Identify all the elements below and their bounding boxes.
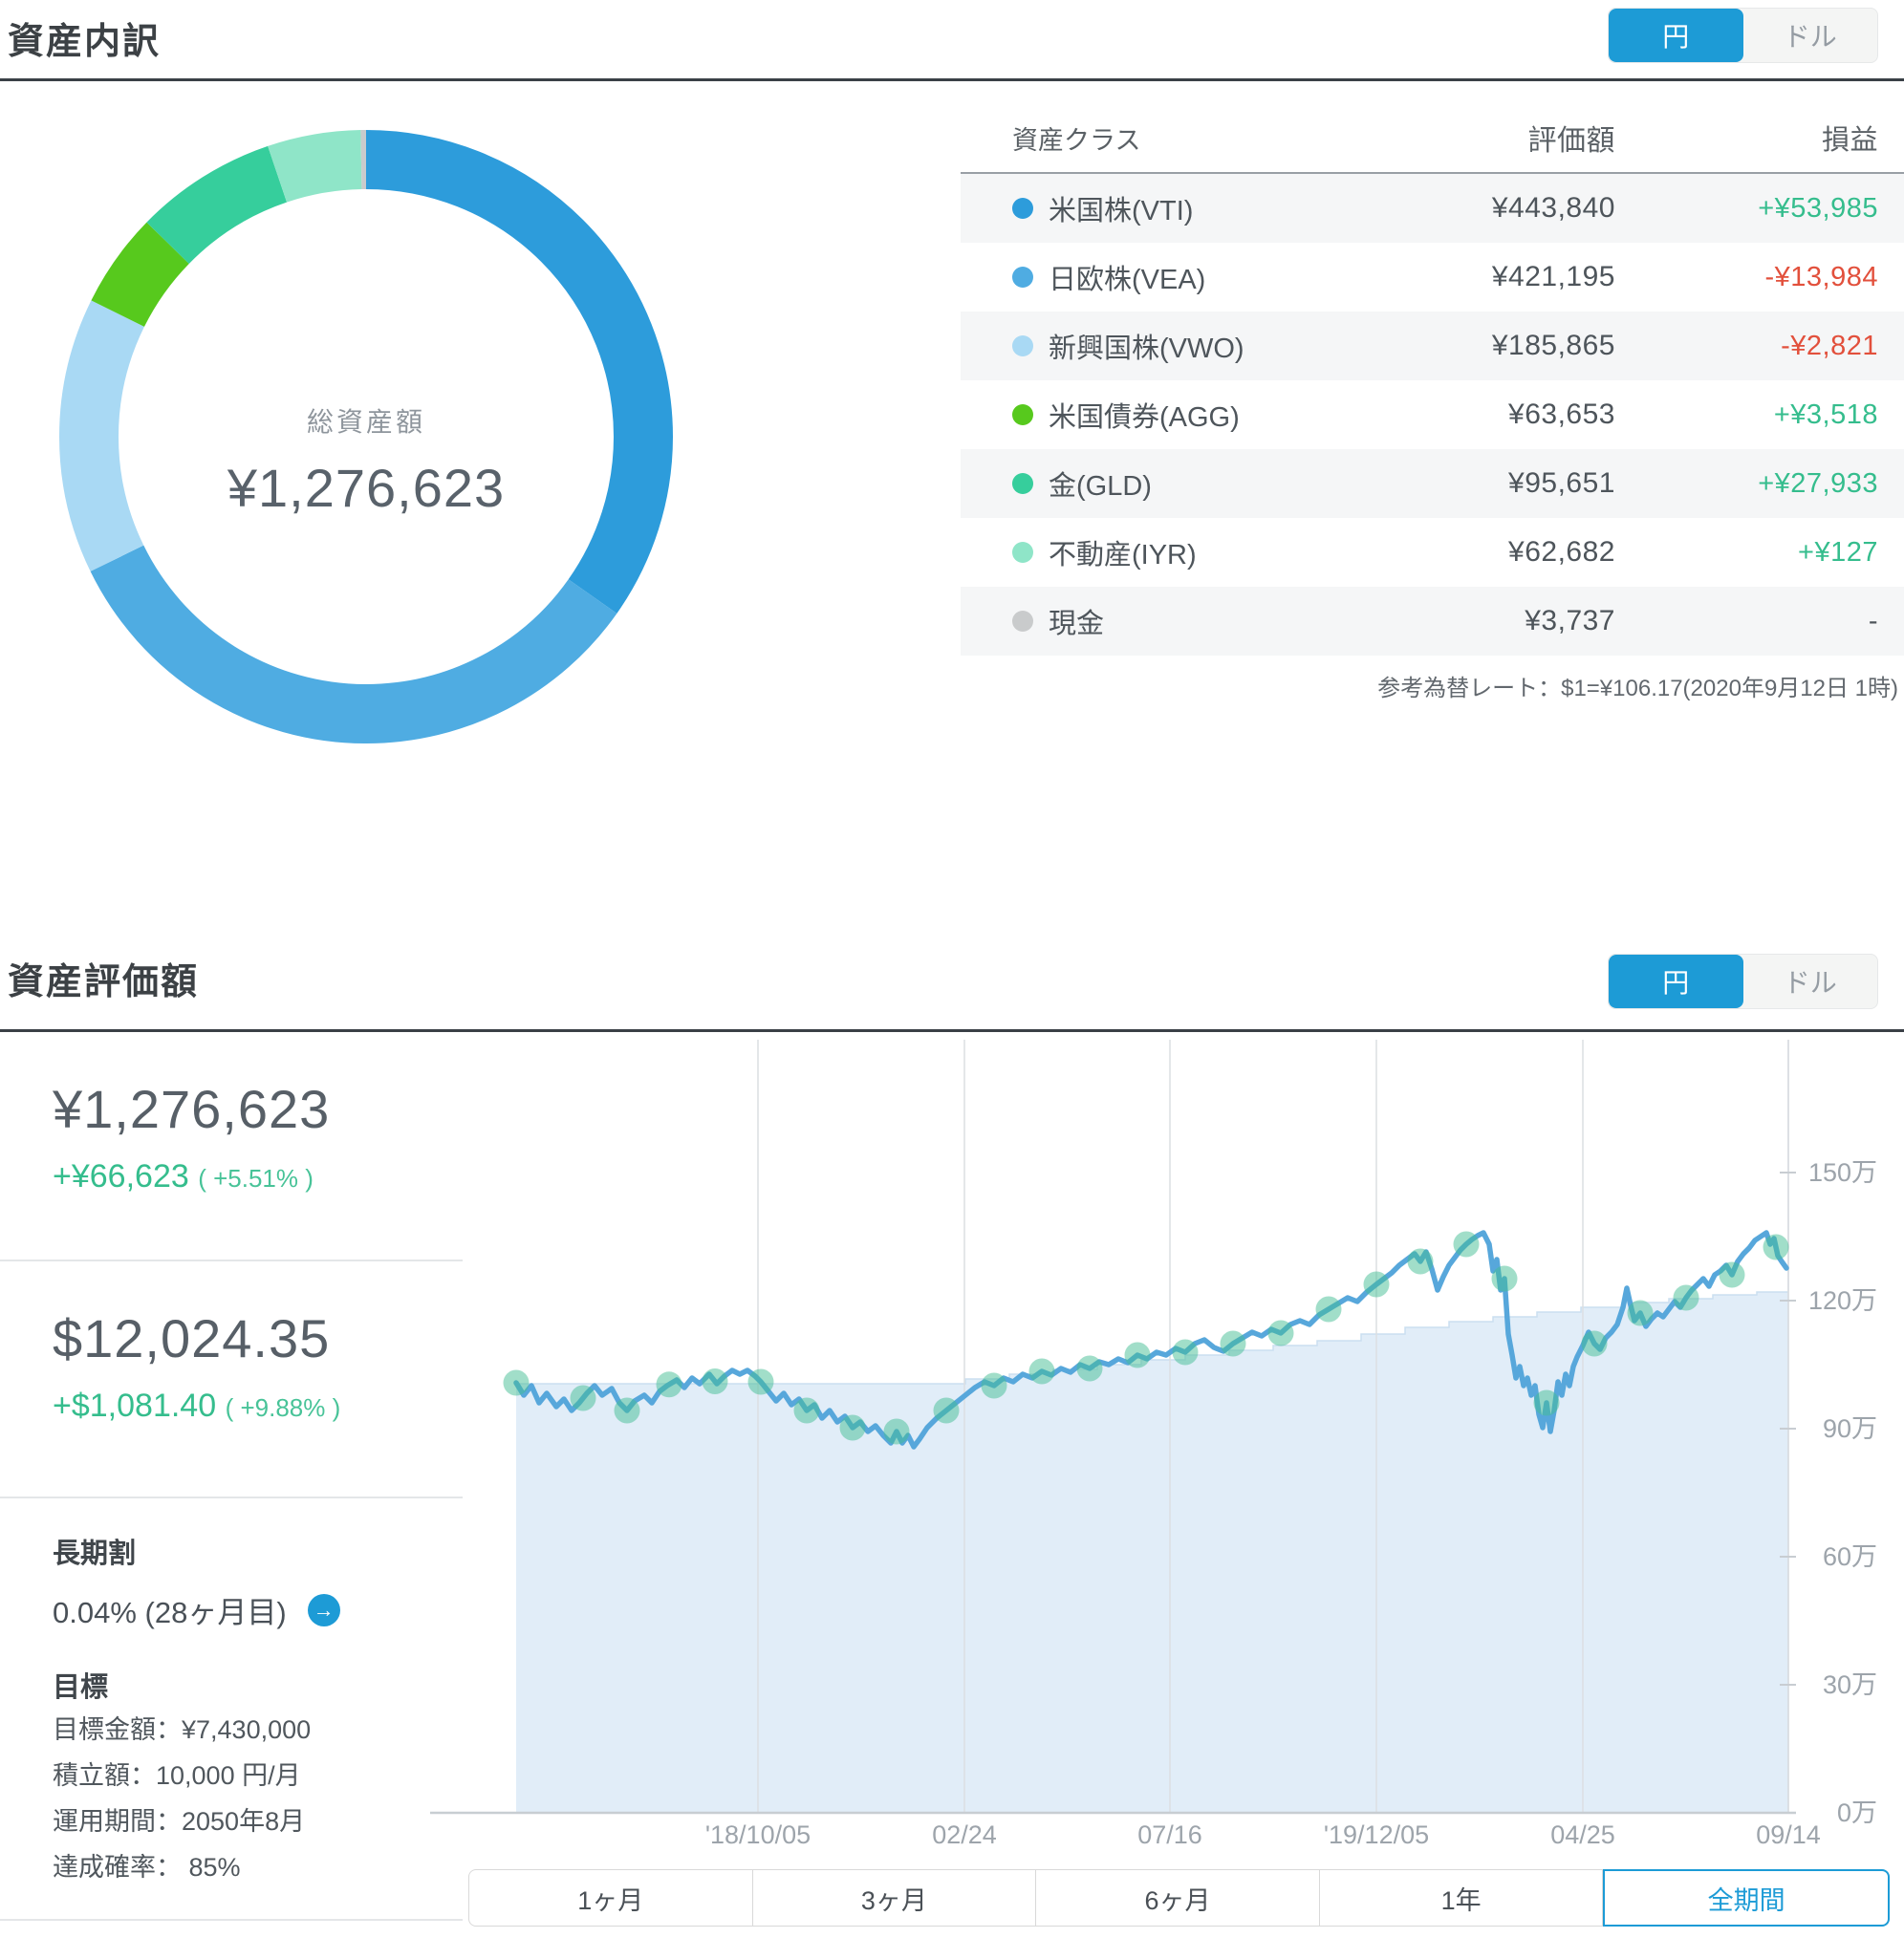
usd-gain-amount: +$1,081.40 bbox=[53, 1388, 217, 1424]
svg-text:150万: 150万 bbox=[1808, 1158, 1877, 1187]
table-row-cash: 現金 ¥3,737 - bbox=[961, 587, 1904, 656]
asset-dot-gld bbox=[1012, 473, 1033, 494]
asset-dot-agg bbox=[1012, 404, 1033, 425]
svg-text:02/24: 02/24 bbox=[932, 1820, 997, 1849]
asset-label: 日欧株(VEA) bbox=[1049, 265, 1206, 295]
svg-text:30万: 30万 bbox=[1823, 1670, 1877, 1699]
goal-amount-row: 目標金額：¥7,430,000 bbox=[53, 1715, 312, 1744]
usd-total-value: $12,024.35 bbox=[53, 1308, 331, 1368]
asset-pl: +¥27,933 bbox=[1758, 467, 1878, 499]
table-row-vea: 日欧株(VEA) ¥421,195 -¥13,984 bbox=[961, 243, 1904, 312]
asset-dot-iyr bbox=[1012, 542, 1033, 563]
asset-value: ¥63,653 bbox=[1508, 398, 1615, 430]
asset-label: 新興国株(VWO) bbox=[1049, 334, 1244, 364]
svg-text:60万: 60万 bbox=[1823, 1542, 1877, 1571]
asset-value: ¥185,865 bbox=[1491, 330, 1615, 361]
goal-monthly-row: 積立額：10,000 円/月 bbox=[53, 1761, 301, 1790]
dollar-button[interactable]: ドル bbox=[1743, 955, 1878, 1008]
asset-dot-cash bbox=[1012, 611, 1033, 632]
section-divider bbox=[0, 78, 1904, 81]
yen-gain-amount: +¥66,623 bbox=[53, 1158, 189, 1195]
yen-button[interactable]: 円 bbox=[1609, 9, 1743, 62]
svg-text:07/16: 07/16 bbox=[1137, 1820, 1202, 1849]
performance-line-chart[interactable]: 0万 30万 60万 90万 120万 150万 '18/10/05 02/24 07/16 '1… bbox=[421, 1037, 1904, 1863]
exchange-rate-note: 参考為替レート：$1=¥106.17(2020年9月12日 1時) bbox=[1377, 676, 1898, 701]
svg-text:120万: 120万 bbox=[1808, 1286, 1877, 1315]
asset-pl: +¥53,985 bbox=[1758, 192, 1878, 224]
svg-text:'18/10/05: '18/10/05 bbox=[705, 1820, 811, 1849]
yen-button[interactable]: 円 bbox=[1609, 955, 1743, 1008]
asset-pl: -¥2,821 bbox=[1781, 330, 1878, 361]
asset-table-header: 資産クラス 評価額 損益 bbox=[961, 103, 1904, 174]
yen-gain-percent: ( +5.51% ) bbox=[198, 1164, 314, 1193]
longterm-detail-button[interactable]: → bbox=[307, 1593, 340, 1626]
range-button-3months[interactable]: 3ヶ月 bbox=[752, 1869, 1037, 1927]
table-row-agg: 米国債券(AGG) ¥63,653 +¥3,518 bbox=[961, 380, 1904, 449]
breakdown-section-title: 資産内訳 bbox=[8, 22, 162, 62]
donut-center: 総資産額 ¥1,276,623 bbox=[118, 401, 615, 519]
goal-heading: 目標 bbox=[53, 1672, 109, 1703]
svg-text:90万: 90万 bbox=[1823, 1414, 1877, 1443]
asset-value: ¥443,840 bbox=[1491, 192, 1615, 224]
asset-pl: -¥13,984 bbox=[1764, 261, 1878, 292]
goal-period-row: 運用期間：2050年8月 bbox=[53, 1807, 306, 1836]
svg-text:09/14: 09/14 bbox=[1756, 1820, 1821, 1849]
arrow-right-icon: → bbox=[313, 1597, 335, 1622]
asset-value: ¥62,682 bbox=[1508, 536, 1615, 568]
asset-dot-vea bbox=[1012, 267, 1033, 288]
asset-label: 金(GLD) bbox=[1049, 471, 1152, 502]
header-asset-class: 資産クラス bbox=[1012, 125, 1141, 155]
yen-gain: +¥66,623 ( +5.51% ) bbox=[53, 1158, 314, 1195]
section-divider bbox=[0, 1029, 1904, 1032]
range-button-6months[interactable]: 6ヶ月 bbox=[1036, 1869, 1320, 1927]
total-assets-value: ¥1,276,623 bbox=[227, 458, 506, 518]
asset-dot-vti bbox=[1012, 198, 1033, 219]
panel-divider bbox=[0, 1260, 463, 1261]
yen-total-value: ¥1,276,623 bbox=[53, 1079, 331, 1139]
svg-text:'19/12/05: '19/12/05 bbox=[1324, 1820, 1429, 1849]
asset-dot-vwo bbox=[1012, 335, 1033, 356]
total-assets-label: 総資産額 bbox=[306, 407, 425, 437]
range-button-all[interactable]: 全期間 bbox=[1603, 1869, 1890, 1927]
asset-label: 米国債券(AGG) bbox=[1049, 402, 1240, 433]
table-row-gld: 金(GLD) ¥95,651 +¥27,933 bbox=[961, 449, 1904, 518]
asset-value: ¥3,737 bbox=[1525, 605, 1615, 636]
asset-value: ¥421,195 bbox=[1491, 261, 1615, 292]
table-row-iyr: 不動産(IYR) ¥62,682 +¥127 bbox=[961, 518, 1904, 587]
wealth-dashboard: 資産内訳 円 ドル 総資産額 ¥1,276,623 資産クラス 評価額 損益 米… bbox=[0, 0, 1904, 1938]
asset-label: 米国株(VTI) bbox=[1049, 196, 1194, 226]
table-row-vti: 米国株(VTI) ¥443,840 +¥53,985 bbox=[961, 174, 1904, 243]
range-button-1year[interactable]: 1年 bbox=[1319, 1869, 1604, 1927]
currency-toggle-breakdown: 円 ドル bbox=[1608, 8, 1878, 63]
header-valuation: 評価額 bbox=[1527, 125, 1615, 157]
range-selector: 1ヶ月 3ヶ月 6ヶ月 1年 全期間 bbox=[468, 1869, 1890, 1927]
svg-text:0万: 0万 bbox=[1837, 1798, 1877, 1827]
panel-divider bbox=[0, 1497, 463, 1498]
table-row-vwo: 新興国株(VWO) ¥185,865 -¥2,821 bbox=[961, 312, 1904, 380]
asset-pl: - bbox=[1868, 605, 1878, 636]
asset-value: ¥95,651 bbox=[1508, 467, 1615, 499]
asset-label: 現金 bbox=[1049, 609, 1105, 639]
valuation-section-title: 資産評価額 bbox=[8, 962, 200, 1002]
range-button-1month[interactable]: 1ヶ月 bbox=[468, 1869, 753, 1927]
currency-toggle-valuation: 円 ドル bbox=[1608, 954, 1878, 1009]
asset-label: 不動産(IYR) bbox=[1049, 540, 1197, 571]
usd-gain-percent: ( +9.88% ) bbox=[225, 1393, 341, 1422]
asset-pl: +¥127 bbox=[1798, 536, 1878, 568]
longterm-discount-heading: 長期割 bbox=[53, 1539, 137, 1569]
panel-divider bbox=[0, 1919, 463, 1921]
asset-table: 資産クラス 評価額 損益 米国株(VTI) ¥443,840 +¥53,985 … bbox=[961, 103, 1904, 656]
asset-pl: +¥3,518 bbox=[1773, 398, 1878, 430]
svg-text:04/25: 04/25 bbox=[1550, 1820, 1615, 1849]
header-profit-loss: 損益 bbox=[1821, 125, 1878, 156]
usd-gain: +$1,081.40 ( +9.88% ) bbox=[53, 1388, 340, 1425]
dollar-button[interactable]: ドル bbox=[1743, 9, 1878, 62]
goal-probability-row: 達成確率： 85% bbox=[53, 1853, 241, 1882]
longterm-discount-row: 0.04% (28ヶ月目) → bbox=[53, 1588, 340, 1631]
longterm-discount-value: 0.04% (28ヶ月目) bbox=[53, 1596, 287, 1629]
